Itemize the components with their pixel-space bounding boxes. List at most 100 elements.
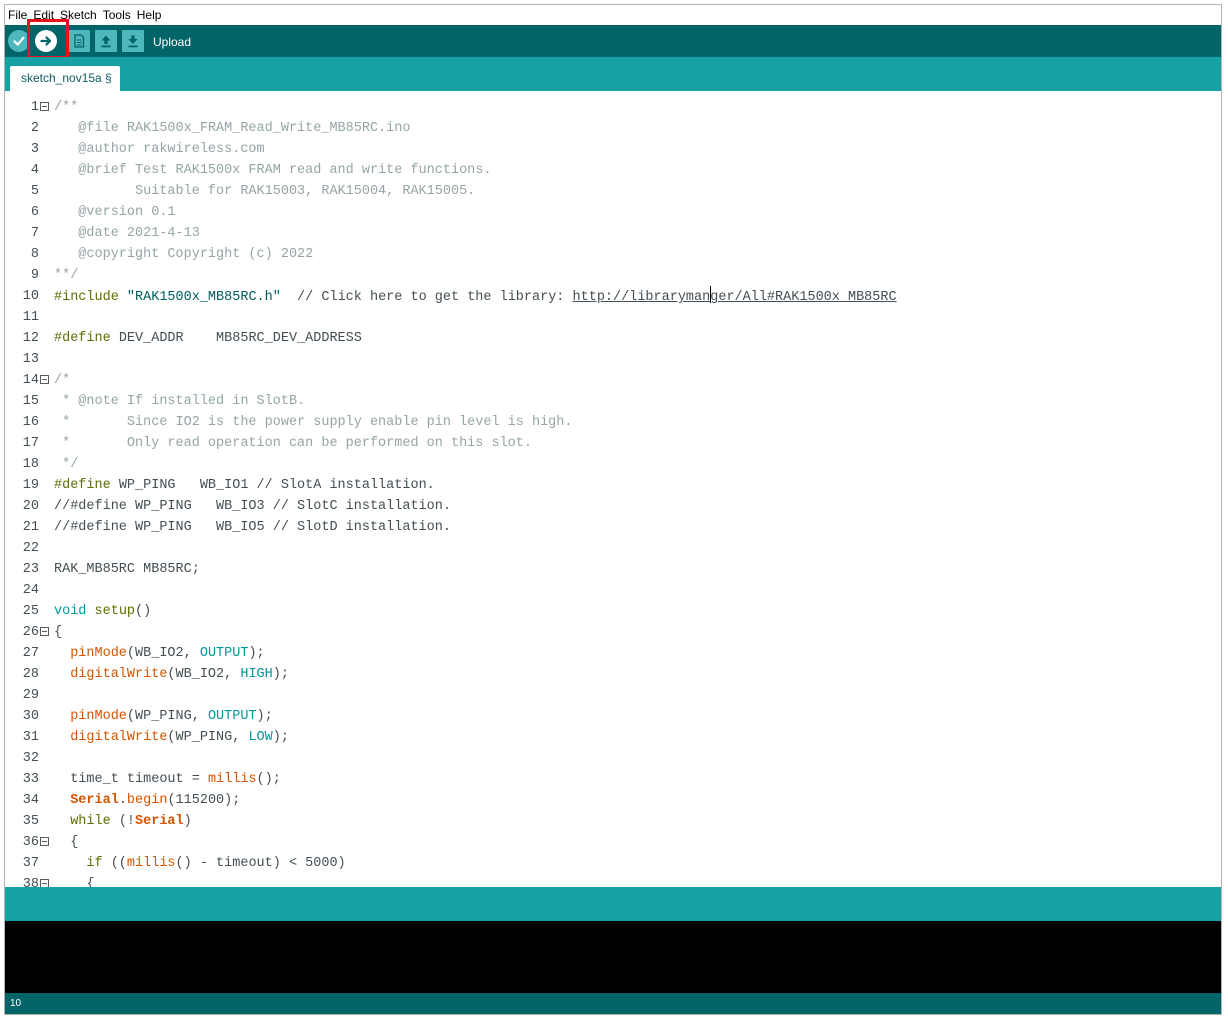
new-file-icon (74, 34, 85, 48)
open-button[interactable] (95, 30, 117, 52)
library-link[interactable]: http://libraryman (573, 290, 711, 305)
line-number: 31 (22, 730, 39, 745)
code-text: * @note If installed in SlotB. (54, 391, 305, 412)
line-number: 34 (22, 793, 39, 808)
tab-sketch[interactable]: sketch_nov15a § (10, 66, 120, 91)
toolbar: Upload (5, 19, 1221, 59)
code-text: while (!Serial) (54, 811, 192, 832)
code-text: pinMode(WP_PING, OUTPUT); (54, 706, 273, 727)
code-line: 19 #define WP_PING WB_IO1 // SlotA instal… (5, 475, 1221, 496)
code-line: 37 if ((millis() - timeout) < 5000) (5, 853, 1221, 874)
console-output (5, 921, 1221, 993)
code-token: #define (54, 331, 111, 346)
arrow-up-icon (101, 35, 111, 48)
code-line: 9 **/ (5, 265, 1221, 286)
code-line: 25 void setup() (5, 601, 1221, 622)
code-token: (WP_PING, (167, 730, 249, 745)
code-token: millis (207, 772, 257, 787)
code-token: #define (54, 478, 111, 493)
code-text: //#define WP_PING WB_IO3 // SlotC instal… (54, 496, 451, 517)
code-text: @file RAK1500x_FRAM_Read_Write_MB85RC.in… (54, 118, 410, 139)
code-token: (115200); (167, 793, 241, 808)
code-line: 13 (5, 349, 1221, 370)
line-number: 23 (22, 562, 39, 577)
arrow-down-icon (128, 35, 138, 48)
line-number: 38 (22, 877, 39, 887)
code-text: * Only read operation can be performed o… (54, 433, 532, 454)
code-token: /** (54, 100, 79, 115)
code-token: Suitable for RAK15003, RAK15004, RAK1500… (54, 184, 476, 199)
line-number: 14 (22, 373, 39, 388)
code-text: /** (54, 97, 78, 118)
code-line: 5 Suitable for RAK15003, RAK15004, RAK15… (5, 181, 1221, 202)
checkmark-icon (13, 36, 25, 46)
line-number: 4 (30, 163, 39, 178)
code-line: 14 /* (5, 370, 1221, 391)
fold-toggle-icon[interactable] (40, 102, 49, 111)
code-line: 22 (5, 538, 1221, 559)
line-number: 11 (22, 310, 39, 325)
fold-toggle-icon[interactable] (40, 627, 49, 636)
code-line: 27 pinMode(WB_IO2, OUTPUT); (5, 643, 1221, 664)
code-token: */ (54, 457, 79, 472)
code-line: 8 @copyright Copyright (c) 2022 (5, 244, 1221, 265)
code-line: 21 //#define WP_PING WB_IO5 // SlotD inst… (5, 517, 1221, 538)
code-token: //#define WP_PING WB_IO5 // SlotD instal… (54, 520, 451, 535)
code-text: pinMode(WB_IO2, OUTPUT); (54, 643, 264, 664)
line-number: 7 (30, 226, 39, 241)
code-line: 11 (5, 307, 1221, 328)
toolbar-hover-label: Upload (153, 35, 192, 49)
code-token: @file RAK1500x_FRAM_Read_Write_MB85RC.in… (54, 121, 411, 136)
code-line: 18 */ (5, 454, 1221, 475)
library-link[interactable]: ger/All#RAK1500x_MB85RC (710, 290, 896, 305)
code-token: { (54, 877, 95, 887)
new-button[interactable] (68, 30, 90, 52)
line-number: 22 (22, 541, 39, 556)
code-text: { (54, 874, 95, 887)
code-token: ); (256, 709, 273, 724)
code-token: pinMode (70, 709, 127, 724)
code-token: setup (94, 604, 136, 619)
menu-help[interactable]: Help (134, 5, 165, 25)
code-token: millis (126, 856, 176, 871)
tab-strip: sketch_nov15a § (5, 57, 1221, 91)
code-text: @version 0.1 (54, 202, 175, 223)
fold-toggle-icon[interactable] (40, 837, 49, 846)
code-token: { (54, 625, 63, 640)
line-number: 30 (22, 709, 39, 724)
save-button[interactable] (122, 30, 144, 52)
code-editor[interactable]: 1 /** 2 @file RAK1500x_FRAM_Read_Write_MB8… (5, 91, 1221, 887)
code-token: @date 2021-4-13 (54, 226, 200, 241)
code-text: void setup() (54, 601, 151, 622)
code-text: digitalWrite(WB_IO2, HIGH); (54, 664, 289, 685)
line-number: 36 (22, 835, 39, 850)
code-text: /* (54, 370, 70, 391)
fold-toggle-icon[interactable] (40, 375, 49, 384)
code-line: 38 { (5, 874, 1221, 887)
line-number: 3 (30, 142, 39, 157)
code-token: ); (272, 667, 289, 682)
code-token: DEV_ADDR MB85RC_DEV_ADDRESS (110, 331, 362, 346)
code-line: 20 //#define WP_PING WB_IO3 // SlotC inst… (5, 496, 1221, 517)
line-number: 29 (22, 688, 39, 703)
code-line: 4 @brief Test RAK1500x FRAM read and wri… (5, 160, 1221, 181)
line-number: 9 (30, 268, 39, 283)
fold-toggle-icon[interactable] (40, 879, 49, 887)
line-number: 5 (30, 184, 39, 199)
code-token: (! (110, 814, 136, 829)
line-number: 15 (22, 394, 39, 409)
code-token: * Since IO2 is the power supply enable p… (54, 415, 573, 430)
line-number: 2 (30, 121, 39, 136)
line-number: 35 (22, 814, 39, 829)
code-line: 32 (5, 748, 1221, 769)
code-text: digitalWrite(WP_PING, LOW); (54, 727, 289, 748)
menu-tools[interactable]: Tools (100, 5, 134, 25)
code-token: digitalWrite (70, 667, 168, 682)
arduino-ide-window: File Edit Sketch Tools Help Upload sketc… (4, 4, 1222, 1015)
code-token: (WP_PING, (126, 709, 208, 724)
